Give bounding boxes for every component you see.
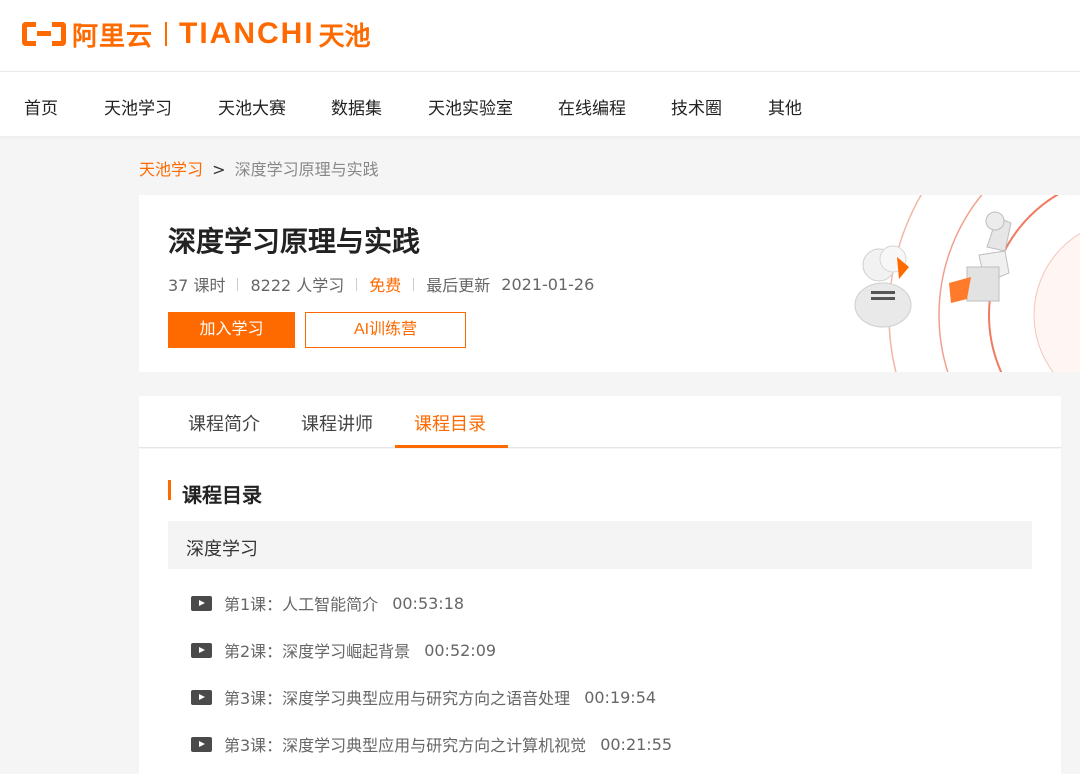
chapter-header[interactable]: 深度学习 [168,521,1032,569]
site-logo[interactable]: 阿里云 TIANCHI 天池 [22,17,371,52]
price-badge: 免费 [369,276,402,295]
logo-brand-text: 阿里云 [72,21,154,52]
lesson-title: 第2课：深度学习崛起背景 [224,642,411,661]
ai-camp-button[interactable]: AI训练营 [305,312,466,348]
course-banner-illustration [854,195,1080,372]
video-play-icon [191,595,212,611]
nav-item-learning[interactable]: 天池学习 [104,94,172,119]
tab-instructor[interactable]: 课程讲师 [301,410,373,436]
breadcrumb: 天池学习 > 深度学习原理与实践 [139,156,379,180]
lesson-duration: 00:19:54 [584,687,657,707]
lesson-duration: 00:53:18 [392,593,465,613]
nav-item-datasets[interactable]: 数据集 [331,94,382,119]
logo-product-text: TIANCHI [179,17,315,50]
tab-catalog[interactable]: 课程目录 [414,410,486,436]
updated-label: 最后更新 [426,276,491,295]
breadcrumb-parent-link[interactable]: 天池学习 [139,160,203,179]
lesson-item[interactable]: 第3课：深度学习典型应用与研究方向之计算机视觉 00:21:55 [191,732,672,756]
nav-item-home[interactable]: 首页 [24,94,58,119]
top-bar: 阿里云 TIANCHI 天池 [0,0,1080,72]
learners-count: 8222 人学习 [250,276,345,295]
logo-product-cn-text: 天池 [318,21,371,52]
lessons-count: 37 课时 [168,276,226,295]
lesson-title: 第3课：深度学习典型应用与研究方向之语音处理 [224,689,571,708]
lesson-item[interactable]: 第1课：人工智能简介 00:53:18 [191,591,464,615]
join-course-button[interactable]: 加入学习 [168,312,295,348]
nav-item-lab[interactable]: 天池实验室 [428,94,513,119]
nav-item-tech-circle[interactable]: 技术圈 [671,94,722,119]
lesson-title: 第3课：深度学习典型应用与研究方向之计算机视觉 [224,736,587,755]
course-title: 深度学习原理与实践 [168,225,421,258]
tab-intro[interactable]: 课程简介 [188,410,260,436]
lesson-duration: 00:21:55 [600,734,673,754]
nav-item-competitions[interactable]: 天池大赛 [218,94,286,119]
lesson-item[interactable]: 第3课：深度学习典型应用与研究方向之语音处理 00:19:54 [191,685,656,709]
breadcrumb-separator: > [212,160,226,179]
video-play-icon [191,689,212,705]
catalog-heading: 课程目录 [168,479,262,508]
main-nav: 首页 天池学习 天池大赛 数据集 天池实验室 在线编程 技术圈 其他 [0,72,1080,136]
video-play-icon [191,736,212,752]
meta-divider [413,277,415,291]
meta-divider [237,277,239,291]
aliyun-logo-icon [22,22,66,46]
course-meta: 37 课时 8222 人学习 免费 最后更新 2021-01-26 [168,272,594,296]
nav-item-other[interactable]: 其他 [768,94,802,119]
meta-divider [356,277,358,291]
course-tabs: 课程简介 课程讲师 课程目录 [139,396,1061,448]
logo-divider [165,22,168,46]
lesson-title: 第1课：人工智能简介 [224,595,379,614]
course-header-card: 深度学习原理与实践 37 课时 8222 人学习 免费 最后更新 2021-01… [139,195,1080,372]
lesson-duration: 00:52:09 [424,640,497,660]
lesson-item[interactable]: 第2课：深度学习崛起背景 00:52:09 [191,638,496,662]
chapter-title: 深度学习 [186,539,258,560]
active-tab-indicator [395,445,508,448]
video-play-icon [191,642,212,658]
course-catalog: 课程目录 深度学习 第1课：人工智能简介 00:53:18 第2课：深度学习崛起… [139,449,1061,774]
breadcrumb-current: 深度学习原理与实践 [234,160,379,179]
updated-date: 2021-01-26 [501,274,595,294]
nav-item-online-coding[interactable]: 在线编程 [558,94,626,119]
